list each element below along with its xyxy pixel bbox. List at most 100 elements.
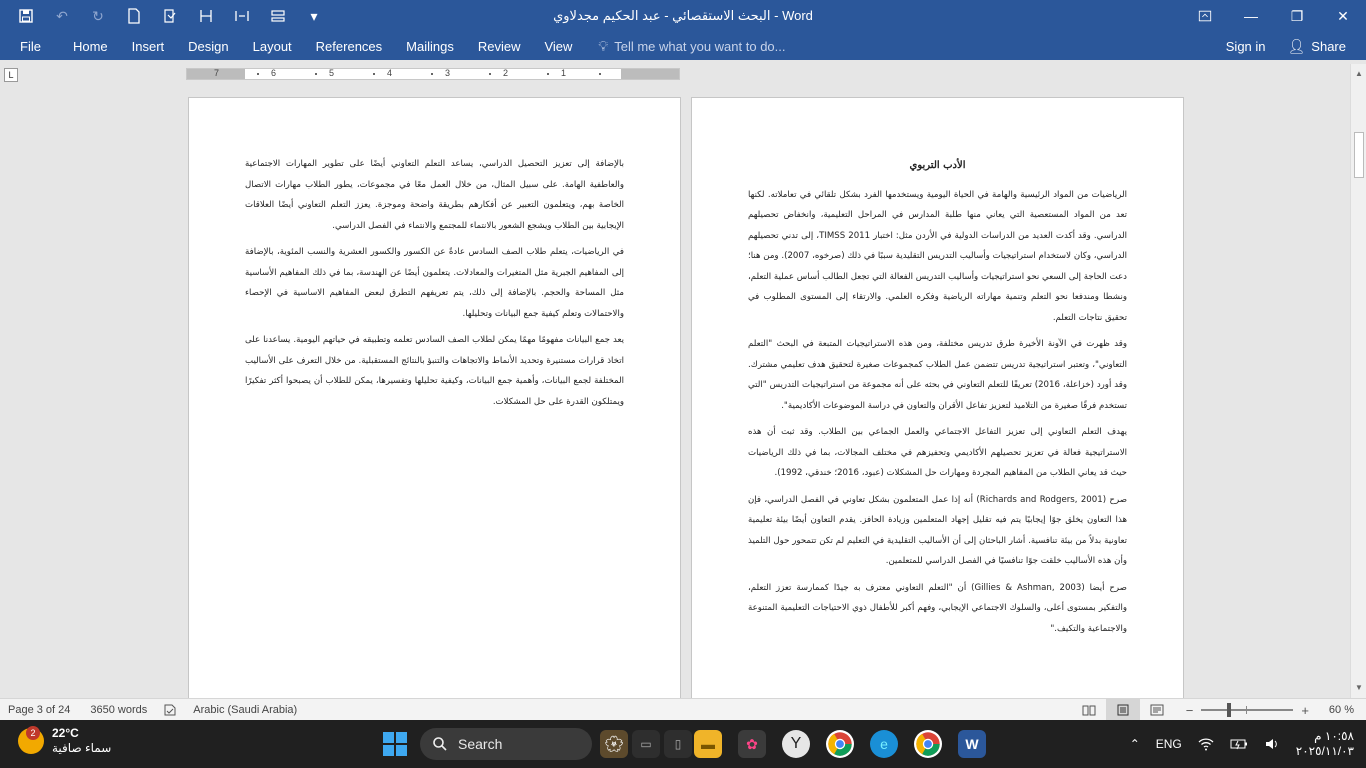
file-explorer-icon[interactable]: ▬	[694, 730, 722, 758]
ruler-number: 6	[271, 68, 277, 78]
sun-icon: 2	[18, 726, 44, 754]
tab-references[interactable]: References	[304, 32, 394, 60]
taskbar-search[interactable]: Search	[420, 728, 592, 760]
chrome-icon[interactable]	[826, 730, 854, 758]
page-2[interactable]: بالإضافة إلى تعزيز التحصيل الدراسي، يساع…	[188, 97, 681, 698]
chevron-up-icon[interactable]: ⌃	[1122, 737, 1148, 751]
tab-mailings[interactable]: Mailings	[394, 32, 466, 60]
tell-me-box[interactable]: 💡︎ Tell me what you want to do...	[584, 38, 785, 55]
scroll-down-icon[interactable]: ▼	[1351, 680, 1366, 696]
tab-insert[interactable]: Insert	[120, 32, 177, 60]
search-icon	[433, 737, 447, 751]
zoom-slider-midpoint	[1246, 706, 1248, 714]
customize-toolbar-icon[interactable]: ▾	[296, 0, 332, 32]
horizontal-ruler[interactable]: 7 6 5 4 3 2 1	[186, 68, 680, 80]
ruler-tick	[599, 73, 601, 75]
paragraph[interactable]: يهدف التعلم التعاوني إلى تعزيز التفاعل ا…	[748, 422, 1127, 484]
paragraph[interactable]: صرح (Richards and Rodgers, 2001) أنه إذا…	[748, 490, 1127, 572]
paragraph[interactable]: يعد جمع البيانات مفهومًا مهمًا يمكن لطلا…	[245, 330, 624, 412]
language-indicator-tray[interactable]: ENG	[1148, 737, 1190, 751]
new-document-icon[interactable]	[116, 0, 152, 32]
sign-in-link[interactable]: Sign in	[1210, 39, 1282, 54]
tab-home[interactable]: Home	[61, 32, 120, 60]
weather-description: سماء صافية	[52, 741, 112, 755]
page-3[interactable]: الأدب التربوي الرياضيات من المواد الرئيس…	[691, 97, 1184, 698]
title-bar: ↶ ↻ ▾ البحث الاستقصائي - عبد الحكيم مجدل…	[0, 0, 1366, 32]
page-body[interactable]: بالإضافة إلى تعزيز التحصيل الدراسي، يساع…	[245, 154, 624, 418]
ruler-number: 2	[503, 68, 509, 78]
search-label: Search	[458, 736, 503, 752]
tab-review[interactable]: Review	[466, 32, 533, 60]
tab-layout[interactable]: Layout	[241, 32, 304, 60]
tab-file[interactable]: File	[0, 32, 61, 60]
ruler-tick	[315, 73, 317, 75]
tab-design[interactable]: Design	[176, 32, 240, 60]
taskbar: 2 22°C سماء صافية Search 🌸︎ ▭ ▯ ▬ ✿ Y e …	[0, 720, 1366, 768]
zoom-out-button[interactable]: −	[1180, 703, 1200, 718]
close-icon[interactable]: ✕	[1320, 0, 1366, 32]
weather-widget[interactable]: 2 22°C سماء صافية	[18, 726, 111, 756]
paragraph[interactable]: الرياضيات من المواد الرئيسية والهامة في …	[748, 185, 1127, 329]
zoom-level[interactable]: 60 %	[1321, 704, 1366, 716]
wifi-icon[interactable]	[1190, 736, 1222, 752]
widgets-icon[interactable]: 🌸︎	[600, 730, 628, 758]
read-mode-icon[interactable]	[1072, 699, 1106, 721]
redo-icon[interactable]: ↻	[80, 0, 116, 32]
clock[interactable]: ١٠:٥٨ م ٢٠٢٥/١١/٠٣	[1288, 729, 1366, 759]
vertical-scrollbar[interactable]: ▲ ▼	[1350, 64, 1366, 698]
lightbulb-icon: 💡︎	[598, 37, 609, 54]
ruler-tick	[373, 73, 375, 75]
photos-icon[interactable]: ✿	[738, 730, 766, 758]
windows-start-icon[interactable]	[383, 732, 407, 756]
edge-icon[interactable]: e	[870, 730, 898, 758]
zoom-slider-thumb[interactable]	[1227, 703, 1232, 717]
paragraph[interactable]: في الرياضيات، يتعلم طلاب الصف السادس عاد…	[245, 242, 624, 324]
paragraph[interactable]: بالإضافة إلى تعزيز التحصيل الدراسي، يساع…	[245, 154, 624, 236]
minimize-icon[interactable]: —	[1228, 0, 1274, 32]
browser-icon[interactable]: Y	[782, 730, 810, 758]
task-view-icon[interactable]: ▭	[632, 730, 660, 758]
ruler-number: 4	[387, 68, 393, 78]
ribbon-tabs: File Home Insert Design Layout Reference…	[0, 32, 1366, 60]
page-count[interactable]: Page 3 of 24	[0, 704, 78, 716]
word-count[interactable]: 3650 words	[78, 704, 155, 716]
print-layout-icon[interactable]	[1105, 699, 1140, 721]
share-button[interactable]: 👤︎ Share	[1282, 38, 1366, 55]
page-layout-icon[interactable]	[260, 0, 296, 32]
scroll-up-icon[interactable]: ▲	[1351, 66, 1366, 82]
paragraph[interactable]: صرح أيضا (Gillies & Ashman, 2003) أن "ال…	[748, 578, 1127, 640]
zoom-control: − +	[1174, 703, 1321, 718]
quick-access-toolbar: ↶ ↻ ▾	[0, 0, 332, 32]
share-label: Share	[1311, 38, 1346, 54]
column-width-icon[interactable]	[188, 0, 224, 32]
word-taskbar-icon[interactable]: W	[958, 730, 986, 758]
document-area[interactable]: بالإضافة إلى تعزيز التحصيل الدراسي، يساع…	[0, 88, 1350, 698]
paragraph[interactable]: وقد ظهرت في الآونة الأخيرة طرق تدريس مخت…	[748, 334, 1127, 416]
page-body[interactable]: الأدب التربوي الرياضيات من المواد الرئيس…	[748, 156, 1127, 645]
save-icon[interactable]	[8, 0, 44, 32]
language-indicator[interactable]: Arabic (Saudi Arabia)	[185, 704, 305, 716]
zoom-slider[interactable]	[1201, 703, 1294, 717]
ruler-tick	[489, 73, 491, 75]
ribbon-display-options-icon[interactable]	[1182, 0, 1228, 32]
tab-view[interactable]: View	[532, 32, 584, 60]
ruler-right-margin	[621, 69, 679, 79]
ruler-tick	[431, 73, 433, 75]
chrome-profile-icon[interactable]	[914, 730, 942, 758]
restore-icon[interactable]: ❐	[1274, 0, 1320, 32]
scroll-thumb[interactable]	[1354, 132, 1364, 178]
tell-me-text: Tell me what you want to do...	[614, 38, 786, 54]
zoom-in-button[interactable]: +	[1295, 703, 1315, 718]
section-heading[interactable]: الأدب التربوي	[748, 156, 1127, 177]
chat-icon[interactable]: ▯	[664, 730, 692, 758]
touch-mode-icon[interactable]	[152, 0, 188, 32]
volume-icon[interactable]	[1256, 736, 1288, 752]
tab-selector-icon[interactable]: L	[4, 68, 18, 82]
web-layout-icon[interactable]	[1140, 699, 1174, 721]
status-bar: Page 3 of 24 3650 words Arabic (Saudi Ar…	[0, 698, 1366, 721]
weather-temperature: 22°C	[52, 726, 79, 740]
battery-icon[interactable]	[1222, 738, 1256, 750]
proofing-icon[interactable]	[155, 703, 185, 717]
undo-icon[interactable]: ↶	[44, 0, 80, 32]
margins-icon[interactable]	[224, 0, 260, 32]
